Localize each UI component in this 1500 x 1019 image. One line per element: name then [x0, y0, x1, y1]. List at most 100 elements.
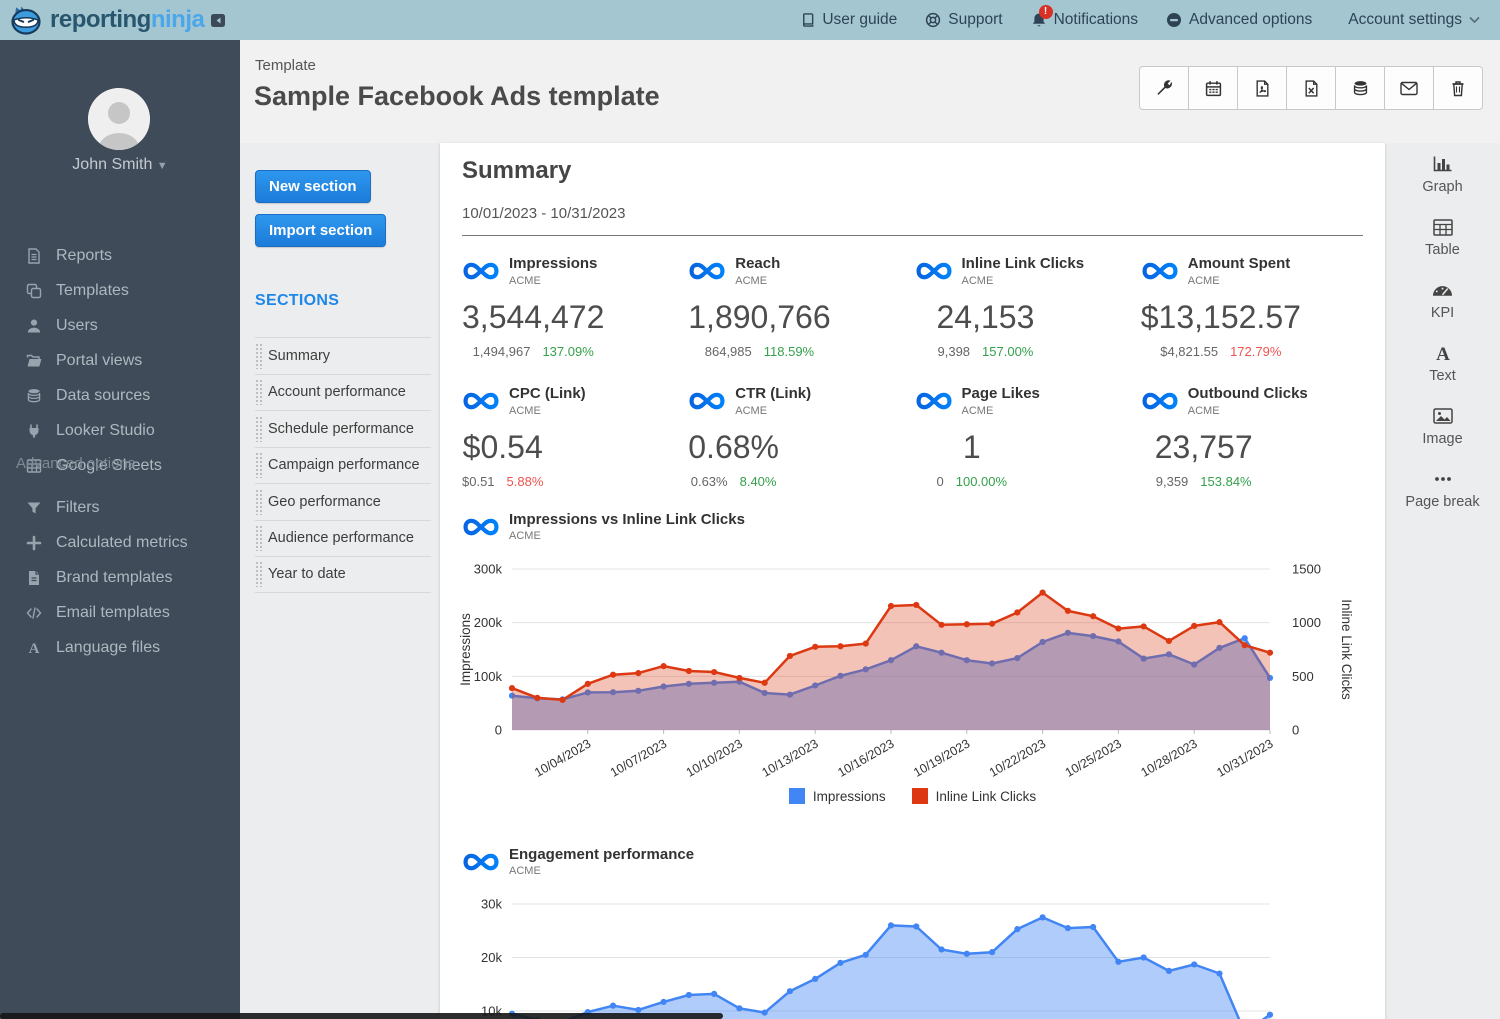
kpi-ctr-link[interactable]: CTR (Link) ACME 0.68% 0.63% 8.40%	[688, 381, 914, 511]
svg-text:10/13/2023: 10/13/2023	[760, 736, 821, 779]
support-button[interactable]: Notifications Support	[925, 11, 1003, 29]
legend-label: Impressions	[812, 788, 886, 804]
widget-image[interactable]: Image	[1385, 395, 1500, 457]
import-section-button[interactable]: Import section	[255, 214, 387, 247]
sidebar-item-label: Users	[56, 316, 98, 334]
drag-handle-icon[interactable]	[255, 415, 262, 442]
trash-icon	[1452, 80, 1464, 96]
sidebar-item-language-files[interactable]: A Language files	[0, 630, 240, 665]
user-menu[interactable]: John Smith ▼	[0, 156, 240, 174]
sidebar-item-brand-templates[interactable]: Brand templates	[0, 560, 240, 595]
sidebar-item-calculated-metrics[interactable]: Calculated metrics	[0, 525, 240, 560]
file-pdf-icon	[1255, 79, 1269, 97]
section-item-summary[interactable]: Summary	[255, 337, 431, 374]
kpi-value: 0.68%	[688, 429, 779, 465]
kpi-reach[interactable]: Reach ACME 1,890,766 864,985 118.59%	[688, 251, 914, 381]
svg-text:30k: 30k	[481, 897, 502, 912]
legend-swatch	[911, 788, 928, 804]
drag-handle-icon[interactable]	[255, 379, 262, 406]
drag-handle-icon[interactable]	[255, 488, 262, 515]
new-section-button[interactable]: New section	[255, 170, 371, 203]
collapse-sidebar-icon[interactable]	[210, 13, 226, 28]
schedule-button[interactable]	[1188, 66, 1238, 110]
svg-text:10/28/2023: 10/28/2023	[1139, 736, 1200, 779]
kpi-cpc-link[interactable]: CPC (Link) ACME $0.54 $0.51 5.88%	[462, 381, 688, 511]
widget-label: Text	[1429, 368, 1456, 384]
kpi-change: 157.00%	[982, 344, 1034, 359]
drag-handle-icon[interactable]	[255, 525, 262, 552]
section-item-year-to-date[interactable]: Year to date	[255, 556, 431, 593]
copy-icon	[26, 283, 42, 298]
notifications-button[interactable]: ! Notifications	[1031, 4, 1139, 29]
kpi-change: 172.79%	[1230, 344, 1282, 359]
kpi-amount-spent[interactable]: Amount Spent ACME $13,152.57 $4,821.55 172…	[1141, 251, 1367, 381]
horizontal-scrollbar-thumb[interactable]	[0, 1013, 723, 1019]
kpi-label: Amount Spent	[1187, 255, 1291, 273]
svg-text:0: 0	[495, 723, 502, 738]
section-item-geo-performance[interactable]: Geo performance	[255, 483, 431, 520]
kpi-value: $13,152.57	[1140, 299, 1301, 335]
export-pdf-button[interactable]	[1237, 66, 1287, 110]
section-item-label: Account performance	[268, 384, 406, 401]
sidebar-item-filters[interactable]: Filters	[0, 490, 240, 525]
sidebar-item-portal-views[interactable]: Portal views	[0, 343, 240, 378]
sections-heading: SECTIONS	[255, 292, 340, 309]
sidebar-item-data-sources[interactable]: Data sources	[0, 378, 240, 413]
chart-title: Engagement performance	[509, 846, 695, 863]
drag-handle-icon[interactable]	[255, 342, 262, 369]
sidebar-item-email-templates[interactable]: Email templates	[0, 595, 240, 630]
page-title: Sample Facebook Ads template	[254, 81, 660, 111]
kpi-value: 1	[962, 429, 981, 465]
sidebar-item-reports[interactable]: Reports	[0, 238, 240, 273]
table-icon	[1432, 216, 1453, 238]
kpi-page-likes[interactable]: Page Likes ACME 1 0 100.00%	[915, 381, 1141, 511]
chart-subtitle: ACME	[509, 865, 541, 877]
export-excel-button[interactable]	[1286, 66, 1336, 110]
sidebar-item-looker-studio[interactable]: Looker Studio	[0, 413, 240, 448]
legend-inline-link-clicks: Inline Link Clicks	[911, 788, 1037, 804]
section-item-schedule-performance[interactable]: Schedule performance	[255, 410, 431, 447]
gauge-icon	[1432, 279, 1453, 301]
email-button[interactable]	[1384, 66, 1434, 110]
sidebar-item-templates[interactable]: Templates	[0, 273, 240, 308]
widget-text[interactable]: A Text	[1385, 332, 1500, 394]
sidebar-item-label: Language files	[56, 638, 161, 656]
legend-impressions: Impressions	[788, 788, 886, 804]
kpi-previous: $4,821.55	[1160, 344, 1219, 359]
data-button[interactable]	[1335, 66, 1385, 110]
avatar[interactable]	[88, 88, 150, 150]
chart-subtitle: ACME	[509, 530, 541, 542]
kpi-outbound-clicks[interactable]: Outbound Clicks ACME 23,757 9,359 153.84%	[1141, 381, 1367, 511]
advanced-options-button[interactable]: Advanced options	[1166, 11, 1312, 29]
svg-text:500: 500	[1292, 669, 1314, 684]
kpi-previous: 1,494,967	[472, 344, 531, 359]
kpi-previous: 0	[936, 474, 944, 489]
section-item-audience-performance[interactable]: Audience performance	[255, 519, 431, 557]
widget-graph[interactable]: Graph	[1385, 143, 1500, 205]
kpi-impressions[interactable]: Impressions ACME 3,544,472 1,494,967 137.0…	[462, 251, 688, 381]
kpi-previous: $0.51	[462, 474, 495, 489]
delete-button[interactable]	[1433, 66, 1483, 110]
kpi-inline-link-clicks[interactable]: Inline Link Clicks ACME 24,153 9,398 157.0…	[915, 251, 1141, 381]
user-guide-button[interactable]: User guide	[800, 11, 897, 29]
kpi-account: ACME	[509, 404, 541, 417]
meta-icon	[1142, 392, 1178, 410]
notification-badge: !	[1038, 4, 1053, 19]
sidebar-item-label: Templates	[56, 281, 129, 299]
widget-kpi[interactable]: KPI	[1385, 269, 1500, 331]
brand-logo[interactable]: reportingninja	[0, 4, 226, 36]
kpi-change: 5.88%	[506, 474, 544, 489]
widget-page-break[interactable]: Page break	[1385, 458, 1500, 520]
notifications-label: Notifications	[1053, 11, 1139, 28]
legend-label: Inline Link Clicks	[935, 788, 1037, 804]
settings-button[interactable]	[1139, 66, 1189, 110]
drag-handle-icon[interactable]	[255, 452, 262, 479]
section-item-label: Summary	[268, 347, 331, 364]
drag-handle-icon[interactable]	[255, 561, 262, 588]
account-settings-menu[interactable]: Account settings	[1348, 11, 1480, 29]
widgets-panel: Graph Table KPI A Text Image Page break	[1385, 143, 1500, 1019]
section-item-campaign-performance[interactable]: Campaign performance	[255, 446, 431, 484]
section-item-account-performance[interactable]: Account performance	[255, 373, 431, 411]
widget-table[interactable]: Table	[1385, 206, 1500, 268]
sidebar-item-users[interactable]: Users	[0, 308, 240, 343]
